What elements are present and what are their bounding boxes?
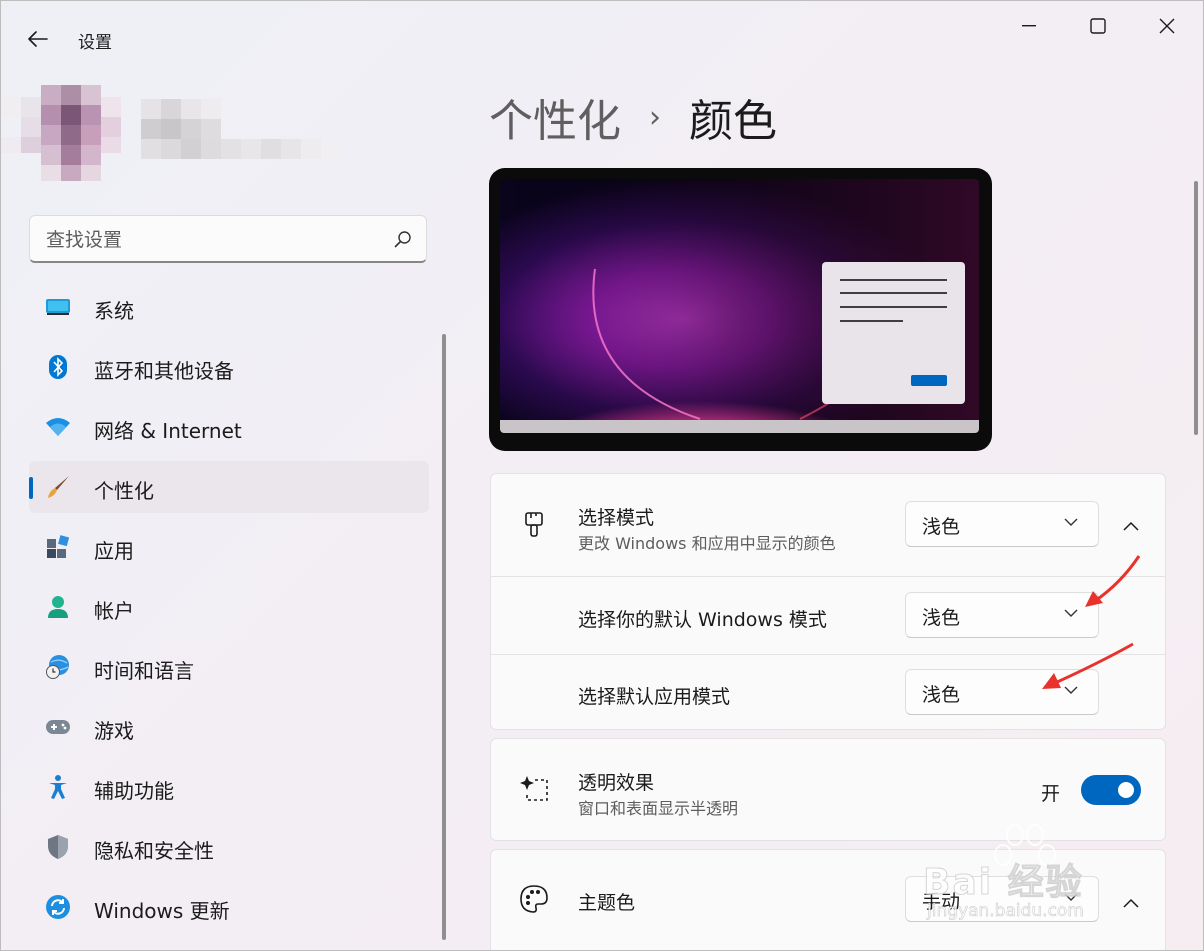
transparency-desc: 窗口和表面显示半透明	[578, 799, 739, 818]
sidebar-item-label: 隐私和安全性	[94, 839, 214, 863]
chevron-down-icon	[1064, 686, 1078, 694]
app-title: 设置	[78, 33, 112, 53]
divider	[491, 576, 1165, 577]
preview-wallpaper	[500, 179, 979, 433]
sidebar-item-system[interactable]: 系统	[29, 281, 429, 333]
minimize-button[interactable]	[1006, 11, 1052, 41]
minimize-icon	[1022, 25, 1036, 27]
windows-mode-dropdown[interactable]: 浅色	[905, 592, 1099, 638]
preview-accent-button	[911, 375, 947, 386]
transparency-toggle[interactable]	[1081, 775, 1141, 805]
sidebar-item-label: 蓝牙和其他设备	[94, 359, 234, 383]
windows-update-icon	[45, 894, 71, 920]
main-scrollbar[interactable]	[1194, 181, 1198, 435]
sidebar-item-accounts[interactable]: 帐户	[29, 581, 429, 633]
choose-mode-desc: 更改 Windows 和应用中显示的颜色	[578, 534, 836, 553]
watermark-url: jingyan.baidu.com	[927, 901, 1084, 922]
page-title: 颜色	[689, 96, 777, 147]
avatar[interactable]	[1, 85, 131, 185]
sparkle-frame-icon	[519, 773, 549, 803]
sidebar-item-accessibility[interactable]: 辅助功能	[29, 761, 429, 813]
sidebar-item-time-language[interactable]: 时间和语言	[29, 641, 429, 693]
sidebar-item-label: 网络 & Internet	[94, 419, 242, 443]
globe-clock-icon	[45, 654, 71, 680]
windows-mode-label: 选择你的默认 Windows 模式	[578, 609, 827, 631]
person-icon	[45, 594, 71, 620]
choose-mode-title: 选择模式	[578, 507, 655, 529]
active-indicator	[29, 477, 33, 499]
maximize-icon	[1090, 18, 1106, 34]
close-icon	[1159, 18, 1175, 34]
sidebar-scrollbar[interactable]	[442, 334, 446, 940]
search-icon[interactable]	[394, 230, 412, 248]
app-mode-label: 选择默认应用模式	[578, 686, 731, 708]
bluetooth-icon	[45, 354, 71, 380]
toggle-state-label: 开	[1041, 783, 1061, 805]
accessibility-icon	[45, 774, 71, 800]
sidebar-nav: 系统 蓝牙和其他设备 网络 & Internet 个性化 应用 帐户 时间和语言…	[29, 281, 429, 941]
app-mode-dropdown[interactable]: 浅色	[905, 669, 1099, 715]
breadcrumb-parent[interactable]: 个性化	[489, 85, 621, 149]
paintbrush-icon	[45, 474, 71, 500]
palette-icon	[519, 884, 549, 914]
transparency-title: 透明效果	[578, 772, 655, 794]
dropdown-value: 浅色	[922, 516, 961, 538]
back-arrow-icon	[28, 31, 48, 47]
settings-window: 设置 查找设置 系统 蓝牙和其他设备 网络 & Internet 个性化 应用 …	[0, 0, 1204, 951]
chevron-up-icon	[1123, 521, 1139, 531]
sidebar-item-network[interactable]: 网络 & Internet	[29, 401, 429, 453]
wifi-icon	[45, 414, 71, 440]
sidebar-item-personalization[interactable]: 个性化	[29, 461, 429, 513]
chevron-down-icon	[1064, 518, 1078, 526]
watermark-text: Bai 经验	[923, 862, 1084, 904]
maximize-button[interactable]	[1075, 11, 1121, 41]
sidebar-item-gaming[interactable]: 游戏	[29, 701, 429, 753]
chevron-down-icon	[1064, 609, 1078, 617]
back-button[interactable]	[23, 25, 53, 53]
search-box[interactable]	[29, 215, 427, 263]
choose-mode-card: 选择模式 更改 Windows 和应用中显示的颜色 浅色 选择你的默认 Wind…	[490, 473, 1166, 730]
paintbrush-icon	[519, 510, 549, 540]
monitor-icon	[45, 294, 71, 320]
sidebar-item-label: 应用	[94, 539, 134, 563]
sidebar-item-label: 系统	[94, 299, 134, 323]
sidebar-item-label: Windows 更新	[94, 899, 230, 923]
choose-mode-dropdown[interactable]: 浅色	[905, 501, 1099, 547]
baidu-watermark: Bai 经验 jingyan.baidu.com	[919, 821, 1199, 931]
sidebar-item-label: 游戏	[94, 719, 134, 743]
breadcrumb: 个性化 › 颜色	[489, 85, 777, 149]
breadcrumb-separator: ›	[649, 99, 661, 135]
collapse-button[interactable]	[1116, 511, 1146, 541]
theme-preview	[489, 168, 992, 451]
sidebar-item-bluetooth[interactable]: 蓝牙和其他设备	[29, 341, 429, 393]
sidebar-item-apps[interactable]: 应用	[29, 521, 429, 573]
sidebar-item-label: 辅助功能	[94, 779, 174, 803]
apps-icon	[45, 534, 71, 560]
search-input[interactable]	[44, 226, 378, 254]
shield-icon	[45, 834, 71, 860]
sidebar-item-privacy[interactable]: 隐私和安全性	[29, 821, 429, 873]
accent-color-title: 主题色	[578, 892, 636, 914]
username-blurred	[141, 99, 341, 159]
close-button[interactable]	[1144, 11, 1190, 41]
preview-window	[822, 262, 965, 404]
toggle-knob	[1118, 782, 1134, 798]
sidebar-item-label: 个性化	[94, 479, 154, 503]
dropdown-value: 浅色	[922, 684, 961, 706]
divider	[491, 654, 1165, 655]
gamepad-icon	[45, 714, 71, 740]
sidebar-item-label: 时间和语言	[94, 659, 194, 683]
dropdown-value: 浅色	[922, 607, 961, 629]
sidebar-item-label: 帐户	[94, 599, 134, 623]
sidebar-item-windows-update[interactable]: Windows 更新	[29, 881, 429, 933]
